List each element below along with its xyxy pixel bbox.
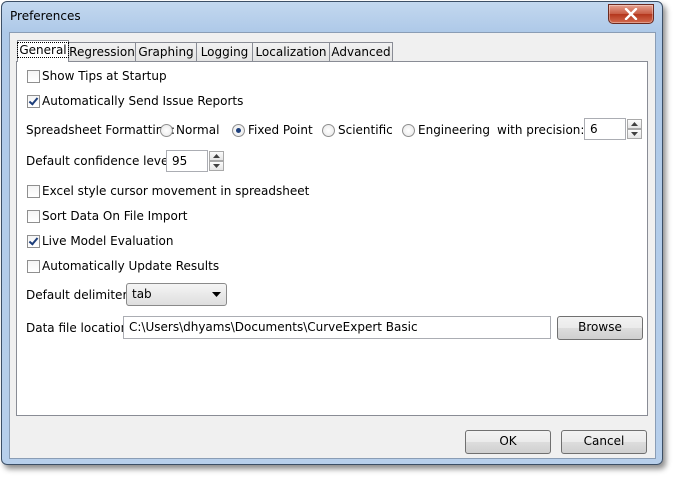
- general-tab-panel: Show Tips at Startup Automatically Send …: [16, 61, 648, 416]
- format-fixed-point-radio[interactable]: [232, 124, 245, 137]
- show-tips-checkbox[interactable]: [27, 70, 40, 83]
- send-reports-label[interactable]: Automatically Send Issue Reports: [42, 94, 243, 108]
- spreadsheet-formatting-label: Spreadsheet Formatting:: [26, 123, 175, 137]
- live-model-checkbox[interactable]: [27, 235, 40, 248]
- precision-spin-up[interactable]: [627, 119, 642, 129]
- delimiter-label: Default delimiter:: [26, 288, 132, 302]
- spin-down-icon: [213, 164, 220, 168]
- close-icon: [624, 8, 638, 20]
- confidence-spinner: [209, 151, 224, 171]
- tab-graphing[interactable]: Graphing: [135, 42, 197, 61]
- excel-cursor-label[interactable]: Excel style cursor movement in spreadshe…: [42, 184, 309, 198]
- title-bar[interactable]: Preferences: [2, 2, 662, 32]
- auto-update-label[interactable]: Automatically Update Results: [42, 259, 219, 273]
- tab-general[interactable]: General: [17, 40, 69, 62]
- confidence-input[interactable]: 95: [166, 150, 208, 172]
- close-button[interactable]: [608, 4, 654, 24]
- window-title: Preferences: [10, 9, 81, 23]
- spin-up-icon: [213, 154, 220, 158]
- precision-input[interactable]: 6: [584, 118, 626, 140]
- excel-cursor-checkbox[interactable]: [27, 185, 40, 198]
- format-fixed-point-label[interactable]: Fixed Point: [248, 123, 313, 137]
- tab-localization[interactable]: Localization: [252, 42, 330, 61]
- sort-data-checkbox[interactable]: [27, 210, 40, 223]
- preferences-dialog: Preferences General Regression Graphing …: [1, 1, 663, 465]
- format-engineering-radio[interactable]: [402, 124, 415, 137]
- ok-button[interactable]: OK: [465, 430, 551, 454]
- confidence-label: Default confidence level:: [26, 154, 176, 168]
- show-tips-label[interactable]: Show Tips at Startup: [42, 69, 167, 83]
- spin-down-icon: [631, 132, 638, 136]
- data-file-input[interactable]: C:\Users\dhyams\Documents\CurveExpert Ba…: [123, 316, 551, 339]
- browse-button[interactable]: Browse: [557, 316, 643, 340]
- format-scientific-radio[interactable]: [322, 124, 335, 137]
- auto-update-checkbox[interactable]: [27, 260, 40, 273]
- format-normal-label[interactable]: Normal: [176, 123, 219, 137]
- format-scientific-label[interactable]: Scientific: [338, 123, 393, 137]
- delimiter-select[interactable]: tab: [126, 283, 227, 306]
- live-model-label[interactable]: Live Model Evaluation: [42, 234, 173, 248]
- precision-spin-down[interactable]: [627, 129, 642, 139]
- tab-regression[interactable]: Regression: [68, 42, 136, 61]
- confidence-spin-up[interactable]: [209, 151, 224, 161]
- chevron-down-icon: [212, 292, 221, 297]
- tab-logging[interactable]: Logging: [196, 42, 253, 61]
- cancel-button[interactable]: Cancel: [561, 430, 647, 454]
- dialog-client-area: General Regression Graphing Logging Loca…: [9, 32, 656, 459]
- format-engineering-label[interactable]: Engineering: [418, 123, 490, 137]
- tab-general-label: General: [17, 42, 69, 58]
- sort-data-label[interactable]: Sort Data On File Import: [42, 209, 187, 223]
- data-file-label: Data file location:: [26, 321, 133, 335]
- format-normal-radio[interactable]: [160, 124, 173, 137]
- confidence-spin-down[interactable]: [209, 161, 224, 171]
- precision-spinner: [627, 119, 642, 139]
- precision-label: with precision:: [497, 123, 585, 137]
- send-reports-checkbox[interactable]: [27, 95, 40, 108]
- spin-up-icon: [631, 122, 638, 126]
- delimiter-value: tab: [132, 287, 152, 301]
- tab-advanced[interactable]: Advanced: [329, 42, 393, 61]
